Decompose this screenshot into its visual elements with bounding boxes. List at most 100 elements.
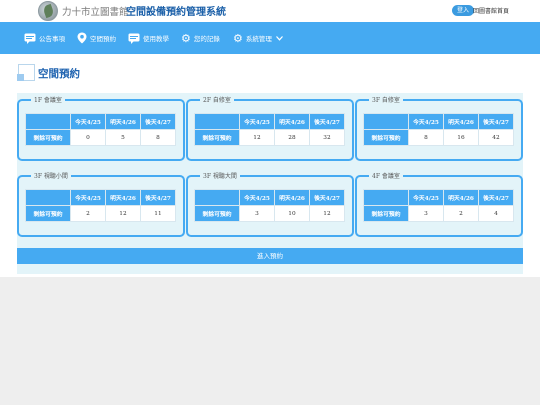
nav-item-your-records[interactable]: ⚙ 您的記錄: [181, 22, 220, 54]
table-row: 剩餘可預約 0 5 8: [25, 129, 176, 146]
remaining-day-after: 42: [478, 129, 514, 146]
remaining-day-after: 8: [140, 129, 176, 146]
table-row: 剩餘可預約 8 16 42: [363, 129, 514, 146]
table-corner: [363, 113, 409, 130]
remaining-tomorrow: 16: [443, 129, 479, 146]
nav-label: 系統管理: [245, 35, 272, 43]
column-header-day-after: 後天4/27: [478, 189, 514, 206]
chevron-down-icon: [275, 35, 283, 41]
availability-table: 今天4/25 明天4/26 後天4/27 剩餘可預約 2 12 11: [25, 189, 176, 222]
column-header-day-after: 後天4/27: [140, 189, 176, 206]
gear-icon: ⚙: [233, 31, 243, 45]
remaining-tomorrow: 5: [105, 129, 141, 146]
row-header-remaining: 剩餘可預約: [363, 129, 409, 146]
column-header-day-after: 後天4/27: [309, 113, 345, 130]
column-header-tomorrow: 明天4/26: [274, 189, 310, 206]
remaining-day-after: 12: [309, 205, 345, 222]
table-header-row: 今天4/25 明天4/26 後天4/27: [194, 113, 345, 130]
system-title[interactable]: 空間設備預約管理系統: [126, 3, 226, 18]
remaining-today: 0: [70, 129, 106, 146]
main-content: 空間預約 1F 會議室 今天4/25 明天4/26 後天4/27 剩餘可預約 0…: [0, 54, 540, 277]
column-header-tomorrow: 明天4/26: [105, 189, 141, 206]
column-header-today: 今天4/25: [70, 113, 106, 130]
table-corner: [363, 189, 409, 206]
room-name: 4F 會議室: [369, 171, 403, 180]
nav-item-system-admin[interactable]: ⚙ 系統管理: [233, 22, 283, 54]
announcement-icon: [24, 33, 36, 44]
availability-table: 今天4/25 明天4/26 後天4/27 剩餘可預約 3 10 12: [194, 189, 345, 222]
remaining-today: 12: [239, 129, 275, 146]
room-card[interactable]: 3F 自修室 今天4/25 明天4/26 後天4/27 剩餘可預約 8 16 4…: [355, 95, 523, 161]
row-header-remaining: 剩餘可預約: [25, 129, 71, 146]
room-name: 1F 會議室: [31, 95, 65, 104]
table-header-row: 今天4/25 明天4/26 後天4/27: [194, 189, 345, 206]
row-header-remaining: 剩餘可預約: [194, 129, 240, 146]
library-logo-icon[interactable]: [38, 1, 58, 21]
table-header-row: 今天4/25 明天4/26 後天4/27: [25, 113, 176, 130]
rooms-panel: 1F 會議室 今天4/25 明天4/26 後天4/27 剩餘可預約 0 5 8: [17, 93, 523, 274]
column-header-tomorrow: 明天4/26: [105, 113, 141, 130]
library-home-link[interactable]: 回圖書館首頁: [473, 6, 509, 15]
column-header-tomorrow: 明天4/26: [274, 113, 310, 130]
table-row: 剩餘可預約 3 2 4: [363, 205, 514, 222]
room-card[interactable]: 3F 視聽大間 今天4/25 明天4/26 後天4/27 剩餘可預約 3 10 …: [186, 171, 354, 237]
column-header-tomorrow: 明天4/26: [443, 189, 479, 206]
remaining-today: 2: [70, 205, 106, 222]
login-button[interactable]: 登入: [452, 5, 475, 16]
nav-label: 空間預約: [90, 35, 116, 43]
remaining-today: 3: [408, 205, 444, 222]
row-header-remaining: 剩餘可預約: [194, 205, 240, 222]
table-row: 剩餘可預約 12 28 32: [194, 129, 345, 146]
page-title: 空間預約: [38, 68, 80, 80]
column-header-today: 今天4/25: [239, 189, 275, 206]
nav-label: 公告事項: [39, 35, 65, 43]
remaining-day-after: 4: [478, 205, 514, 222]
room-card[interactable]: 2F 自修室 今天4/25 明天4/26 後天4/27 剩餘可預約 12 28 …: [186, 95, 354, 161]
page-heading-accent: [17, 74, 24, 81]
availability-table: 今天4/25 明天4/26 後天4/27 剩餘可預約 8 16 42: [363, 113, 514, 146]
remaining-tomorrow: 10: [274, 205, 310, 222]
table-row: 剩餘可預約 2 12 11: [25, 205, 176, 222]
nav-item-announcements[interactable]: 公告事項: [24, 22, 65, 54]
gear-icon: ⚙: [181, 31, 191, 45]
table-header-row: 今天4/25 明天4/26 後天4/27: [363, 189, 514, 206]
room-name: 3F 視聽小間: [31, 171, 71, 180]
row-header-remaining: 剩餘可預約: [25, 205, 71, 222]
room-card[interactable]: 3F 視聽小間 今天4/25 明天4/26 後天4/27 剩餘可預約 2 12 …: [17, 171, 185, 237]
column-header-today: 今天4/25: [239, 113, 275, 130]
nav-item-space-booking[interactable]: 空間預約: [77, 22, 116, 54]
column-header-today: 今天4/25: [408, 113, 444, 130]
enter-booking-button[interactable]: 進入預約: [17, 248, 523, 264]
app-window: 力十市立圖書館 空間設備預約管理系統 登入 回圖書館首頁 公告事項 空間預約 使…: [0, 0, 540, 405]
row-header-remaining: 剩餘可預約: [363, 205, 409, 222]
table-corner: [194, 113, 240, 130]
room-card[interactable]: 4F 會議室 今天4/25 明天4/26 後天4/27 剩餘可預約 3 2 4: [355, 171, 523, 237]
table-corner: [194, 189, 240, 206]
table-header-row: 今天4/25 明天4/26 後天4/27: [363, 113, 514, 130]
tutorial-icon: [128, 33, 140, 44]
column-header-day-after: 後天4/27: [140, 113, 176, 130]
remaining-tomorrow: 28: [274, 129, 310, 146]
location-pin-icon: [77, 32, 87, 44]
column-header-day-after: 後天4/27: [478, 113, 514, 130]
room-name: 2F 自修室: [200, 95, 234, 104]
column-header-day-after: 後天4/27: [309, 189, 345, 206]
remaining-today: 3: [239, 205, 275, 222]
remaining-day-after: 11: [140, 205, 176, 222]
nav-label: 您的記錄: [193, 35, 220, 43]
availability-table: 今天4/25 明天4/26 後天4/27 剩餘可預約 0 5 8: [25, 113, 176, 146]
room-card[interactable]: 1F 會議室 今天4/25 明天4/26 後天4/27 剩餘可預約 0 5 8: [17, 95, 185, 161]
table-row: 剩餘可預約 3 10 12: [194, 205, 345, 222]
remaining-today: 8: [408, 129, 444, 146]
table-corner: [25, 189, 71, 206]
room-name: 3F 視聽大間: [200, 171, 240, 180]
table-header-row: 今天4/25 明天4/26 後天4/27: [25, 189, 176, 206]
room-name: 3F 自修室: [369, 95, 403, 104]
table-corner: [25, 113, 71, 130]
column-header-today: 今天4/25: [70, 189, 106, 206]
main-nav: 公告事項 空間預約 使用教學 ⚙ 您的記錄 ⚙ 系統管理: [0, 22, 540, 54]
remaining-tomorrow: 2: [443, 205, 479, 222]
availability-table: 今天4/25 明天4/26 後天4/27 剩餘可預約 3 2 4: [363, 189, 514, 222]
library-name[interactable]: 力十市立圖書館: [62, 4, 129, 18]
nav-item-tutorial[interactable]: 使用教學: [128, 22, 169, 54]
